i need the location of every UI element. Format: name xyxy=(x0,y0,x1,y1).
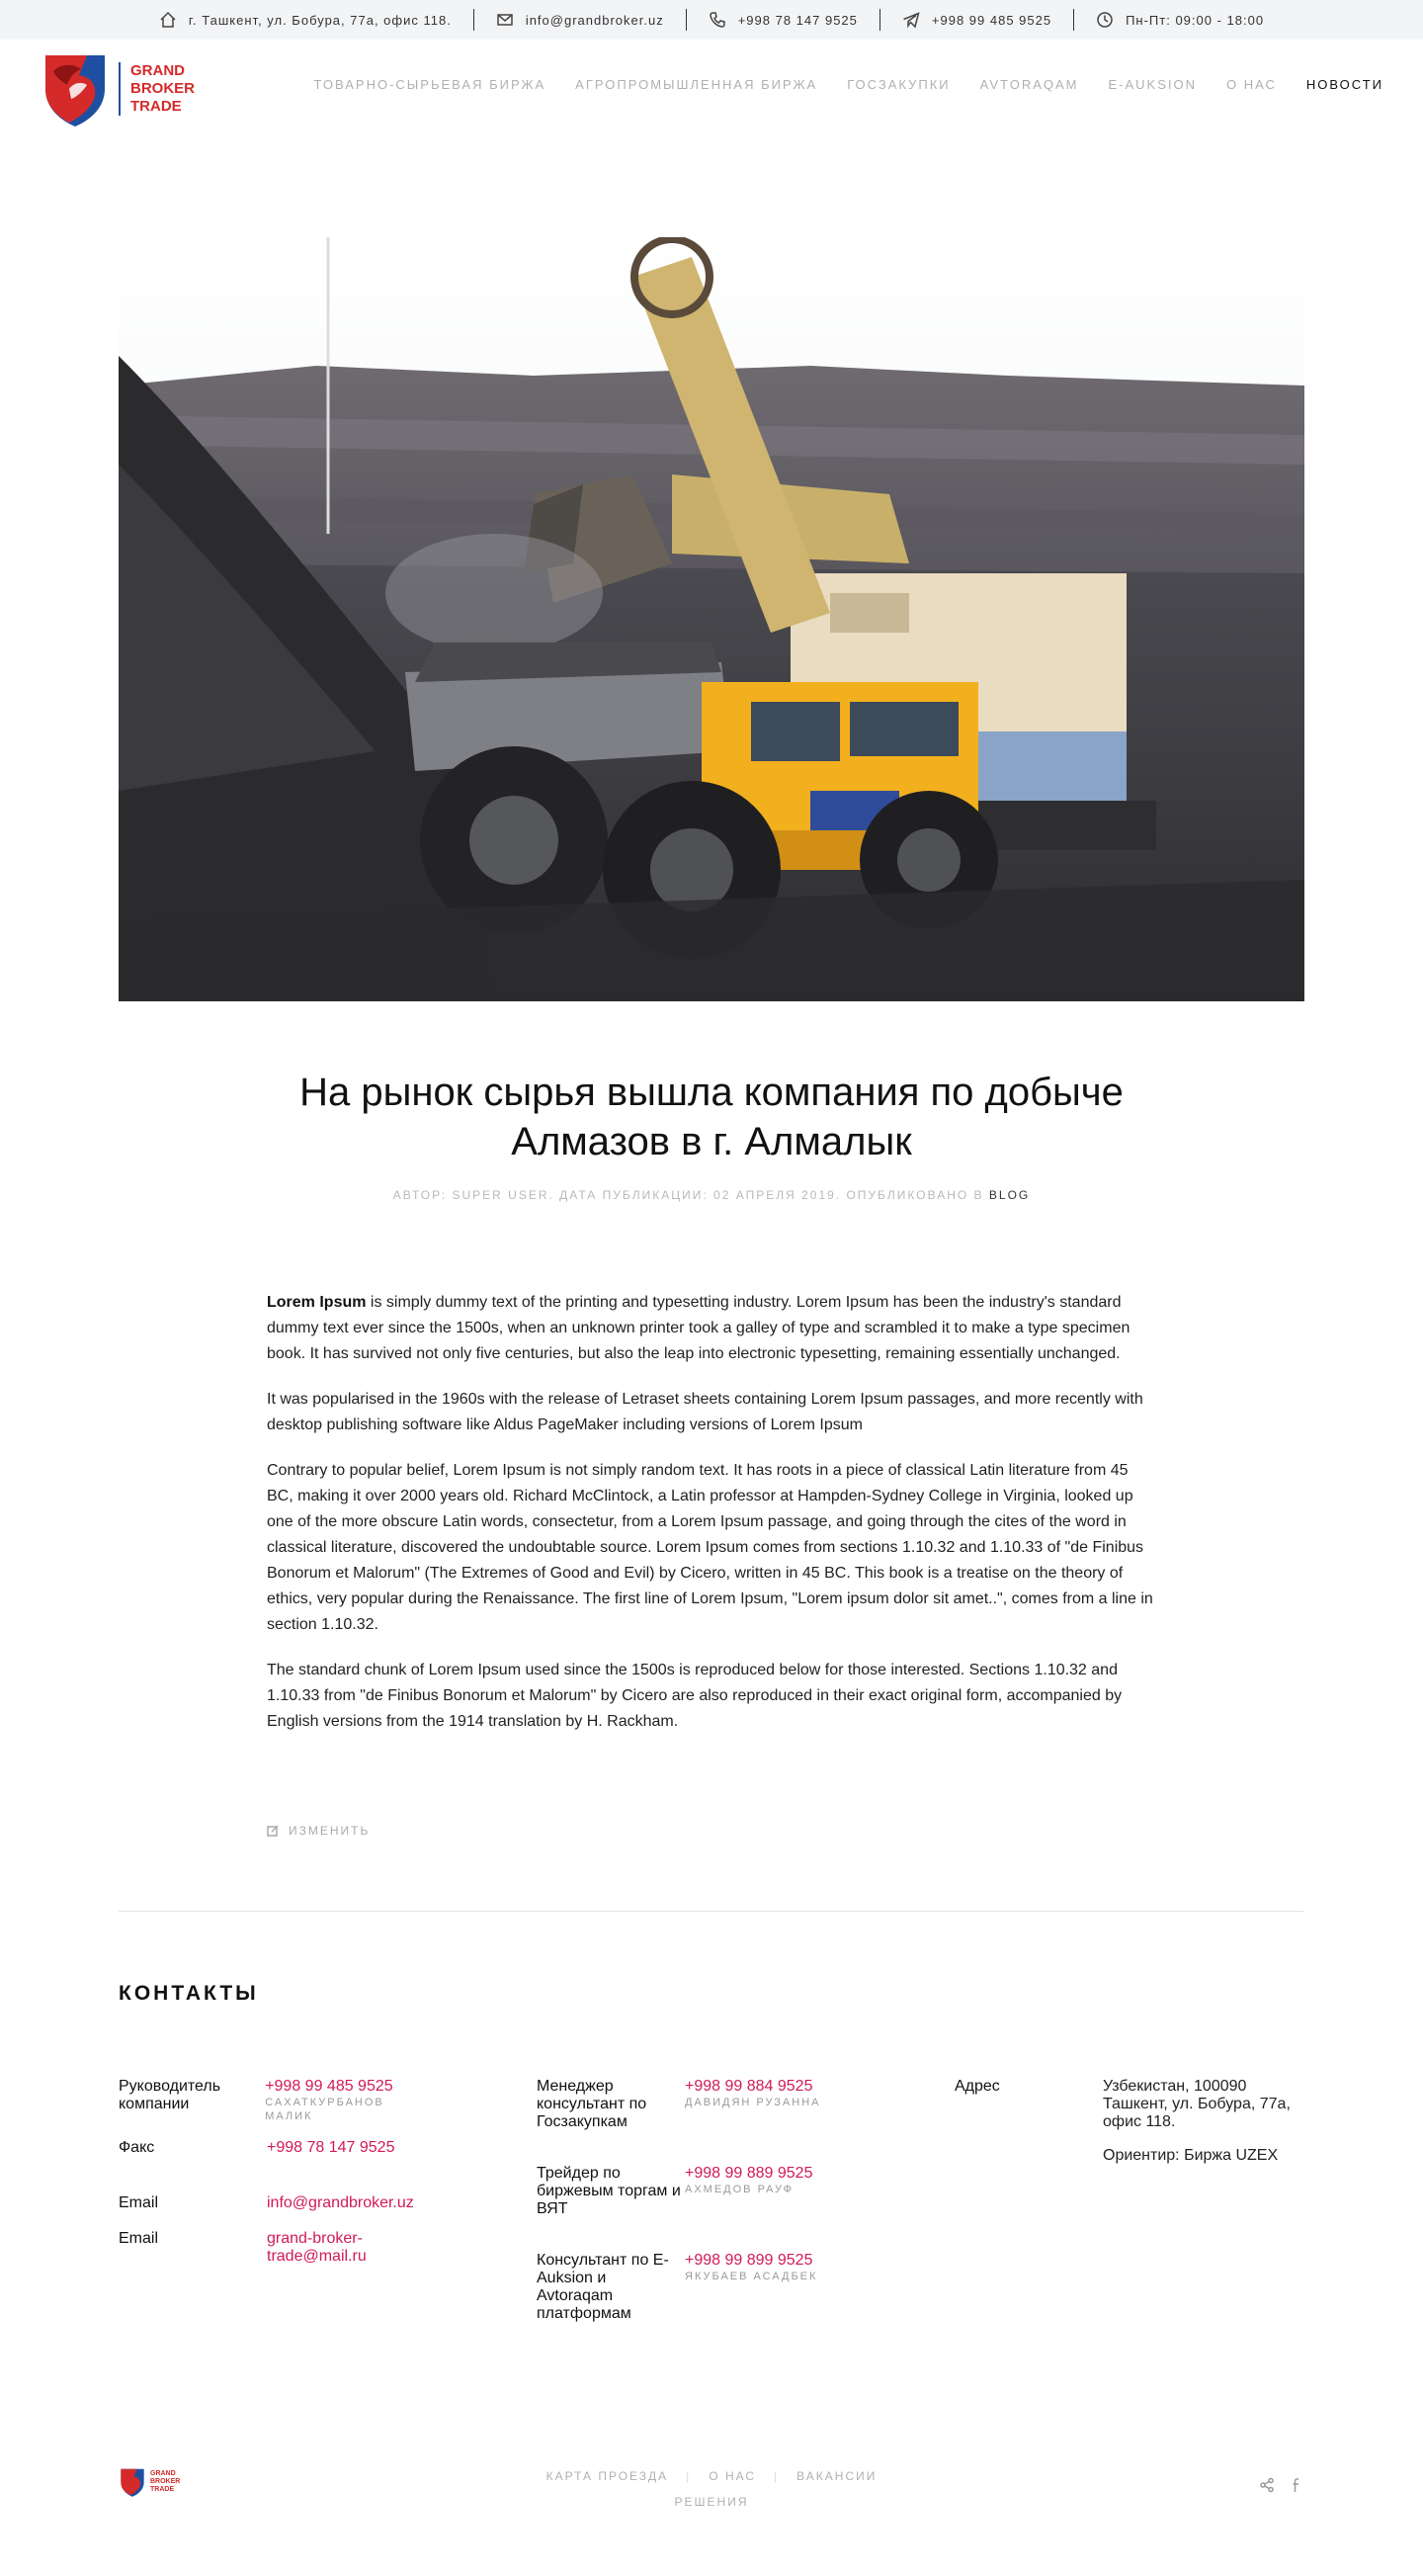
footer-link-about[interactable]: О НАС xyxy=(691,2463,774,2489)
contact-phone[interactable]: +998 99 884 9525 xyxy=(685,2078,820,2096)
contact-phone[interactable]: +998 99 485 9525 xyxy=(265,2078,435,2096)
logo[interactable]: GRAND BROKER TRADE xyxy=(40,49,198,129)
lead-bold: Lorem Ipsum xyxy=(267,1294,367,1311)
contact-fax[interactable]: +998 78 147 9525 xyxy=(267,2139,394,2157)
contact-email[interactable]: grand-broker-trade@mail.ru xyxy=(267,2230,395,2266)
nav-item-e-auksion[interactable]: E-AUKSION xyxy=(1109,77,1198,92)
home-icon xyxy=(159,11,177,29)
mining-truck-image xyxy=(119,237,1304,1001)
logo-line: TRADE xyxy=(150,2486,175,2493)
topbar-address: г. Ташкент, ул. Бобура, 77а, офис 118. xyxy=(137,9,473,31)
contact-row-address: Адрес Узбекистан, 100090 Ташкент, ул. Бо… xyxy=(955,2078,1304,2165)
contact-label: Email xyxy=(119,2194,159,2211)
nav-item-commodity-exchange[interactable]: ТОВАРНО-СЫРЬЕВАЯ БИРЖА xyxy=(314,77,546,92)
phone-icon xyxy=(709,11,726,29)
contact-label: Адрес xyxy=(955,2078,1000,2095)
contact-label: Email xyxy=(119,2230,159,2247)
contact-label: Менеджер консультант по Госзакупкам xyxy=(537,2078,647,2130)
contact-person: ЯКУБАЕВ АСАДБЕК xyxy=(685,2271,818,2282)
topbar-phone-link[interactable]: +998 78 147 9525 xyxy=(738,13,858,28)
footer-link-vacancies[interactable]: ВАКАНСИИ xyxy=(779,2463,894,2489)
contact-row-procurement: Менеджер консультант по Госзакупкам +998… xyxy=(537,2078,853,2131)
logo-line: GRAND xyxy=(130,62,185,79)
contact-label: Трейдер по биржевым торгам и ВЯТ xyxy=(537,2165,681,2217)
mail-icon xyxy=(496,11,514,29)
footer-logo-wordmark: GRAND BROKER TRADE xyxy=(150,2470,180,2494)
paragraph-text: is simply dummy text of the printing and… xyxy=(267,1294,1130,1362)
contact-email[interactable]: info@grandbroker.uz xyxy=(267,2194,414,2212)
main-nav: ТОВАРНО-СЫРЬЕВАЯ БИРЖА АГРОПРОМЫШЛЕННАЯ … xyxy=(314,77,1383,92)
footer-logo[interactable]: GRAND BROKER TRADE xyxy=(119,2466,180,2498)
site-header: GRAND BROKER TRADE ТОВАРНО-СЫРЬЕВАЯ БИРЖ… xyxy=(0,40,1423,138)
contact-row-e-auksion: Консультант по E-Auksion и Avtoraqam пла… xyxy=(537,2252,853,2323)
contact-row-director: Руководитель компании +998 99 485 9525 С… xyxy=(119,2078,435,2123)
contact-phone[interactable]: +998 99 899 9525 xyxy=(685,2252,817,2270)
article-meta: АВТОР: SUPER USER. ДАТА ПУБЛИКАЦИИ: 02 А… xyxy=(217,1188,1206,1202)
nav-item-news[interactable]: НОВОСТИ xyxy=(1306,77,1383,92)
contact-address: Узбекистан, 100090 Ташкент, ул. Бобура, … xyxy=(1103,2078,1291,2130)
article-category-link[interactable]: BLOG xyxy=(989,1188,1030,1202)
contact-label: Консультант по E-Auksion и Avtoraqam пла… xyxy=(537,2252,669,2322)
topbar-email-link[interactable]: info@grandbroker.uz xyxy=(526,13,664,28)
footer-link-solutions[interactable]: РЕШЕНИЯ xyxy=(657,2489,767,2515)
article-hero-image xyxy=(119,237,1304,1001)
section-divider xyxy=(119,1911,1304,1912)
contact-person: АХМЕДОВ РАУФ xyxy=(685,2184,795,2195)
topbar-phone[interactable]: +998 78 147 9525 xyxy=(687,9,879,31)
nav-item-procurement[interactable]: ГОСЗАКУПКИ xyxy=(847,77,950,92)
telegram-icon xyxy=(902,11,920,29)
topbar-email[interactable]: info@grandbroker.uz xyxy=(474,9,686,31)
contact-row-fax: Факс +998 78 147 9525 xyxy=(119,2139,435,2157)
article-paragraph: The standard chunk of Lorem Ipsum used s… xyxy=(267,1662,1123,1730)
contact-person: САХАТКУРБАНОВ МАЛИК xyxy=(265,2097,384,2122)
topbar-address-text: г. Ташкент, ул. Бобура, 77а, офис 118. xyxy=(188,12,452,28)
nav-item-avtoraqam[interactable]: AVTORAQAM xyxy=(980,77,1079,92)
nav-item-about[interactable]: О НАС xyxy=(1226,77,1277,92)
edit-link[interactable]: ИЗМЕНИТЬ xyxy=(267,1824,370,1838)
contact-label: Факс xyxy=(119,2139,155,2156)
contact-row-email2: Email grand-broker-trade@mail.ru xyxy=(119,2230,435,2266)
logo-wordmark: GRAND BROKER TRADE xyxy=(119,62,195,116)
article-paragraph: Contrary to popular belief, Lorem Ipsum … xyxy=(267,1462,1153,1633)
contact-phone[interactable]: +998 99 889 9525 xyxy=(685,2165,812,2183)
logo-shield-icon xyxy=(121,2468,144,2497)
edit-label[interactable]: ИЗМЕНИТЬ xyxy=(289,1824,370,1838)
logo-line: TRADE xyxy=(130,98,182,115)
footer-social xyxy=(1259,2477,1304,2498)
logo-line: GRAND xyxy=(150,2470,176,2477)
top-bar: г. Ташкент, ул. Бобура, 77а, офис 118. i… xyxy=(0,0,1423,40)
article-body: Lorem Ipsum is simply dummy text of the … xyxy=(267,1290,1156,1755)
contact-person: ДАВИДЯН РУЗАННА xyxy=(685,2097,821,2108)
logo-line: BROKER xyxy=(150,2478,181,2485)
contact-row-email: Email info@grandbroker.uz xyxy=(119,2194,435,2212)
clock-icon xyxy=(1096,11,1114,29)
edit-icon xyxy=(267,1825,279,1837)
footer-link-map[interactable]: КАРТА ПРОЕЗДА xyxy=(529,2463,687,2489)
topbar-telegram-link[interactable]: +998 99 485 9525 xyxy=(932,13,1051,28)
footer-nav: КАРТА ПРОЕЗДА | О НАС | ВАКАНСИИ РЕШЕНИЯ xyxy=(514,2463,909,2515)
logo-line: BROKER xyxy=(130,80,196,97)
share-icon[interactable] xyxy=(1259,2477,1275,2498)
contact-label: Руководитель компании xyxy=(119,2078,221,2112)
contacts-heading: КОНТАКТЫ xyxy=(119,1982,259,2005)
facebook-icon[interactable] xyxy=(1289,2477,1304,2498)
topbar-telegram[interactable]: +998 99 485 9525 xyxy=(880,9,1073,31)
topbar-hours: Пн-Пт: 09:00 - 18:00 xyxy=(1074,9,1286,31)
contact-row-trader: Трейдер по биржевым торгам и ВЯТ +998 99… xyxy=(537,2165,853,2218)
logo-shield-icon xyxy=(45,55,105,127)
nav-item-agro-exchange[interactable]: АГРОПРОМЫШЛЕННАЯ БИРЖА xyxy=(575,77,817,92)
article-paragraph: Lorem Ipsum is simply dummy text of the … xyxy=(267,1290,1156,1367)
contact-landmark: Ориентир: Биржа UZEX xyxy=(1103,2147,1279,2164)
article-title: На рынок сырья вышла компания по добыче … xyxy=(299,1071,1124,1163)
article-paragraph: It was popularised in the 1960s with the… xyxy=(267,1391,1143,1433)
article-meta-text: АВТОР: SUPER USER. ДАТА ПУБЛИКАЦИИ: 02 А… xyxy=(392,1188,984,1202)
topbar-hours-text: Пн-Пт: 09:00 - 18:00 xyxy=(1126,12,1265,28)
